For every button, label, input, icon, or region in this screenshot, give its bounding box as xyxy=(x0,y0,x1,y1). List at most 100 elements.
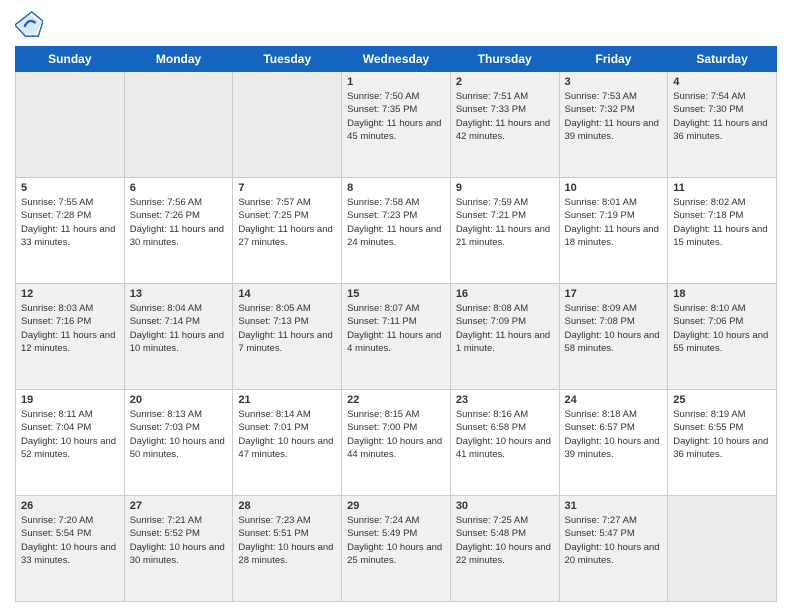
day-info: Sunrise: 7:59 AM Sunset: 7:21 PM Dayligh… xyxy=(456,196,554,249)
day-number: 20 xyxy=(130,394,228,406)
calendar-cell: 13 Sunrise: 8:04 AM Sunset: 7:14 PM Dayli… xyxy=(124,284,233,390)
day-number: 18 xyxy=(673,288,771,300)
day-info: Sunrise: 7:24 AM Sunset: 5:49 PM Dayligh… xyxy=(347,514,445,567)
day-info: Sunrise: 7:23 AM Sunset: 5:51 PM Dayligh… xyxy=(238,514,336,567)
day-info: Sunrise: 8:04 AM Sunset: 7:14 PM Dayligh… xyxy=(130,302,228,355)
day-info: Sunrise: 7:54 AM Sunset: 7:30 PM Dayligh… xyxy=(673,90,771,143)
day-number: 31 xyxy=(565,500,663,512)
calendar-cell: 26Sunrise: 7:20 AM Sunset: 5:54 PM Dayli… xyxy=(16,496,125,602)
day-info: Sunrise: 7:57 AM Sunset: 7:25 PM Dayligh… xyxy=(238,196,336,249)
calendar-cell: 9 Sunrise: 7:59 AM Sunset: 7:21 PM Daylig… xyxy=(450,178,559,284)
day-number: 22 xyxy=(347,394,445,406)
day-header-sunday: Sunday xyxy=(16,47,125,72)
day-header-tuesday: Tuesday xyxy=(233,47,342,72)
calendar: SundayMondayTuesdayWednesdayThursdayFrid… xyxy=(15,46,777,602)
day-number: 6 xyxy=(130,182,228,194)
day-info: Sunrise: 8:16 AM Sunset: 6:58 PM Dayligh… xyxy=(456,408,554,461)
calendar-cell: 29Sunrise: 7:24 AM Sunset: 5:49 PM Dayli… xyxy=(342,496,451,602)
day-number: 11 xyxy=(673,182,771,194)
day-number: 21 xyxy=(238,394,336,406)
day-number: 17 xyxy=(565,288,663,300)
calendar-cell: 23 Sunrise: 8:16 AM Sunset: 6:58 PM Dayli… xyxy=(450,390,559,496)
day-number: 27 xyxy=(130,500,228,512)
calendar-cell: 5Sunrise: 7:55 AM Sunset: 7:28 PM Daylig… xyxy=(16,178,125,284)
day-number: 15 xyxy=(347,288,445,300)
day-info: Sunrise: 8:11 AM Sunset: 7:04 PM Dayligh… xyxy=(21,408,119,461)
calendar-cell: 28 Sunrise: 7:23 AM Sunset: 5:51 PM Dayli… xyxy=(233,496,342,602)
day-number: 7 xyxy=(238,182,336,194)
header xyxy=(15,10,777,38)
day-info: Sunrise: 7:56 AM Sunset: 7:26 PM Dayligh… xyxy=(130,196,228,249)
calendar-cell xyxy=(233,72,342,178)
calendar-header-row: SundayMondayTuesdayWednesdayThursdayFrid… xyxy=(16,47,777,72)
day-info: Sunrise: 8:05 AM Sunset: 7:13 PM Dayligh… xyxy=(238,302,336,355)
day-info: Sunrise: 7:27 AM Sunset: 5:47 PM Dayligh… xyxy=(565,514,663,567)
day-info: Sunrise: 8:09 AM Sunset: 7:08 PM Dayligh… xyxy=(565,302,663,355)
calendar-cell: 4 Sunrise: 7:54 AM Sunset: 7:30 PM Daylig… xyxy=(668,72,777,178)
day-number: 25 xyxy=(673,394,771,406)
day-info: Sunrise: 8:13 AM Sunset: 7:03 PM Dayligh… xyxy=(130,408,228,461)
day-number: 2 xyxy=(456,76,554,88)
day-info: Sunrise: 8:18 AM Sunset: 6:57 PM Dayligh… xyxy=(565,408,663,461)
logo-icon xyxy=(15,10,43,38)
day-header-monday: Monday xyxy=(124,47,233,72)
calendar-cell: 25 Sunrise: 8:19 AM Sunset: 6:55 PM Dayli… xyxy=(668,390,777,496)
day-number: 12 xyxy=(21,288,119,300)
calendar-cell: 22 Sunrise: 8:15 AM Sunset: 7:00 PM Dayli… xyxy=(342,390,451,496)
calendar-cell: 16 Sunrise: 8:08 AM Sunset: 7:09 PM Dayli… xyxy=(450,284,559,390)
calendar-cell: 31 Sunrise: 7:27 AM Sunset: 5:47 PM Dayli… xyxy=(559,496,668,602)
day-info: Sunrise: 7:51 AM Sunset: 7:33 PM Dayligh… xyxy=(456,90,554,143)
calendar-cell: 20 Sunrise: 8:13 AM Sunset: 7:03 PM Dayli… xyxy=(124,390,233,496)
calendar-cell xyxy=(124,72,233,178)
day-info: Sunrise: 8:02 AM Sunset: 7:18 PM Dayligh… xyxy=(673,196,771,249)
calendar-week-row: 26Sunrise: 7:20 AM Sunset: 5:54 PM Dayli… xyxy=(16,496,777,602)
calendar-cell: 17 Sunrise: 8:09 AM Sunset: 7:08 PM Dayli… xyxy=(559,284,668,390)
day-header-thursday: Thursday xyxy=(450,47,559,72)
logo xyxy=(15,10,47,38)
calendar-cell: 14 Sunrise: 8:05 AM Sunset: 7:13 PM Dayli… xyxy=(233,284,342,390)
day-number: 9 xyxy=(456,182,554,194)
day-number: 28 xyxy=(238,500,336,512)
day-info: Sunrise: 7:53 AM Sunset: 7:32 PM Dayligh… xyxy=(565,90,663,143)
calendar-cell: 11 Sunrise: 8:02 AM Sunset: 7:18 PM Dayli… xyxy=(668,178,777,284)
day-number: 16 xyxy=(456,288,554,300)
day-info: Sunrise: 8:08 AM Sunset: 7:09 PM Dayligh… xyxy=(456,302,554,355)
day-header-friday: Friday xyxy=(559,47,668,72)
day-number: 8 xyxy=(347,182,445,194)
day-number: 24 xyxy=(565,394,663,406)
day-number: 23 xyxy=(456,394,554,406)
day-info: Sunrise: 8:14 AM Sunset: 7:01 PM Dayligh… xyxy=(238,408,336,461)
day-header-saturday: Saturday xyxy=(668,47,777,72)
day-number: 13 xyxy=(130,288,228,300)
day-info: Sunrise: 8:15 AM Sunset: 7:00 PM Dayligh… xyxy=(347,408,445,461)
calendar-week-row: 5Sunrise: 7:55 AM Sunset: 7:28 PM Daylig… xyxy=(16,178,777,284)
calendar-cell: 1 Sunrise: 7:50 AM Sunset: 7:35 PM Daylig… xyxy=(342,72,451,178)
day-info: Sunrise: 7:21 AM Sunset: 5:52 PM Dayligh… xyxy=(130,514,228,567)
day-info: Sunrise: 8:01 AM Sunset: 7:19 PM Dayligh… xyxy=(565,196,663,249)
calendar-cell: 10 Sunrise: 8:01 AM Sunset: 7:19 PM Dayli… xyxy=(559,178,668,284)
calendar-cell xyxy=(16,72,125,178)
calendar-cell: 18 Sunrise: 8:10 AM Sunset: 7:06 PM Dayli… xyxy=(668,284,777,390)
day-number: 14 xyxy=(238,288,336,300)
calendar-cell: 19 Sunrise: 8:11 AM Sunset: 7:04 PM Dayli… xyxy=(16,390,125,496)
day-number: 10 xyxy=(565,182,663,194)
calendar-cell: 6 Sunrise: 7:56 AM Sunset: 7:26 PM Daylig… xyxy=(124,178,233,284)
day-info: Sunrise: 8:07 AM Sunset: 7:11 PM Dayligh… xyxy=(347,302,445,355)
day-number: 1 xyxy=(347,76,445,88)
day-number: 3 xyxy=(565,76,663,88)
day-number: 4 xyxy=(673,76,771,88)
day-info: Sunrise: 7:58 AM Sunset: 7:23 PM Dayligh… xyxy=(347,196,445,249)
calendar-cell: 7 Sunrise: 7:57 AM Sunset: 7:25 PM Daylig… xyxy=(233,178,342,284)
day-info: Sunrise: 7:55 AM Sunset: 7:28 PM Dayligh… xyxy=(21,196,119,249)
calendar-week-row: 12 Sunrise: 8:03 AM Sunset: 7:16 PM Dayli… xyxy=(16,284,777,390)
day-info: Sunrise: 7:25 AM Sunset: 5:48 PM Dayligh… xyxy=(456,514,554,567)
day-info: Sunrise: 8:19 AM Sunset: 6:55 PM Dayligh… xyxy=(673,408,771,461)
calendar-cell: 21 Sunrise: 8:14 AM Sunset: 7:01 PM Dayli… xyxy=(233,390,342,496)
calendar-cell: 15 Sunrise: 8:07 AM Sunset: 7:11 PM Dayli… xyxy=(342,284,451,390)
day-info: Sunrise: 8:10 AM Sunset: 7:06 PM Dayligh… xyxy=(673,302,771,355)
calendar-cell: 30Sunrise: 7:25 AM Sunset: 5:48 PM Dayli… xyxy=(450,496,559,602)
day-info: Sunrise: 7:50 AM Sunset: 7:35 PM Dayligh… xyxy=(347,90,445,143)
calendar-cell: 27 Sunrise: 7:21 AM Sunset: 5:52 PM Dayli… xyxy=(124,496,233,602)
day-info: Sunrise: 8:03 AM Sunset: 7:16 PM Dayligh… xyxy=(21,302,119,355)
day-number: 19 xyxy=(21,394,119,406)
